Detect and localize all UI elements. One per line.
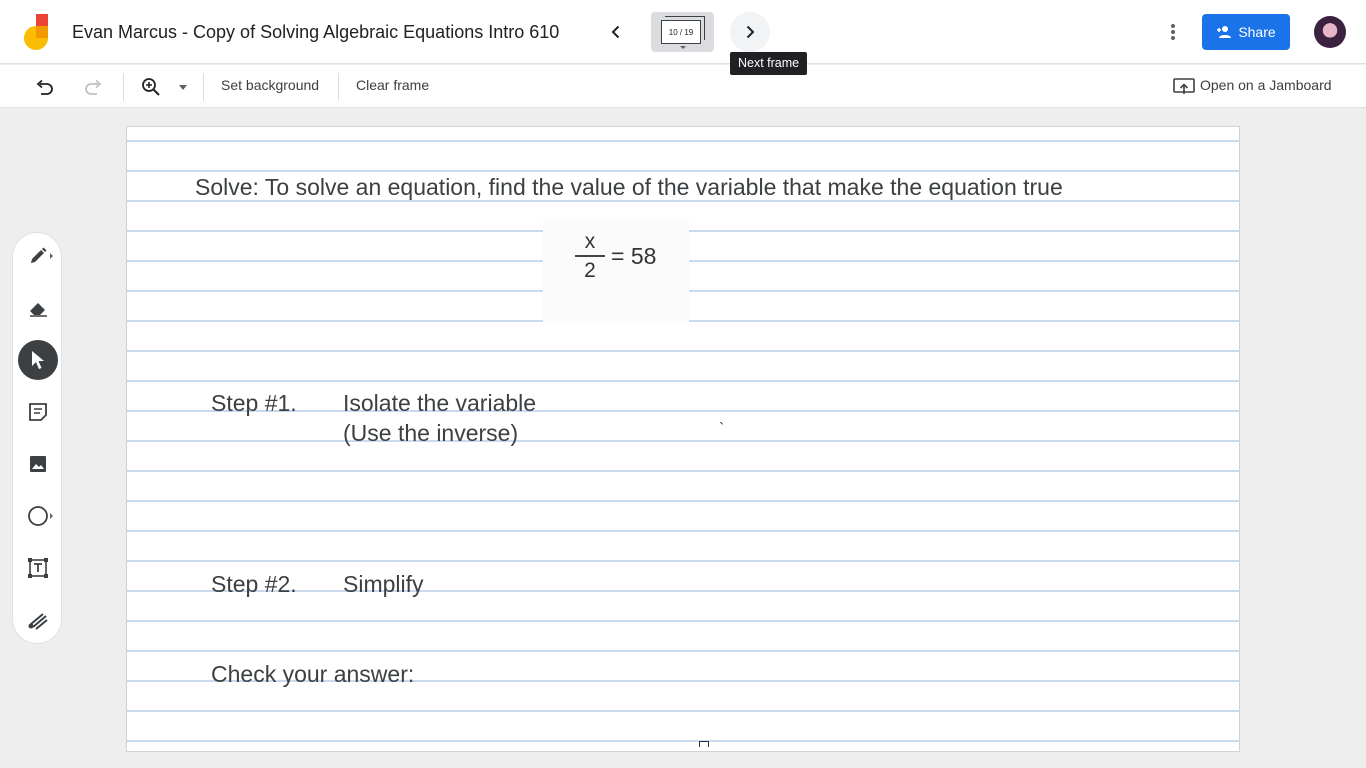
fraction-bar	[575, 255, 605, 257]
submenu-arrow-icon	[50, 253, 53, 259]
equation-image[interactable]: x 2 = 58	[543, 219, 689, 323]
redo-icon	[85, 79, 102, 95]
pen-icon	[31, 247, 47, 263]
image-icon	[30, 456, 46, 472]
step2-label[interactable]: Step #2.	[211, 571, 297, 598]
previous-frame-button[interactable]	[596, 12, 636, 52]
caret-down-icon	[179, 84, 187, 90]
zoom-dropdown-button[interactable]	[172, 74, 194, 100]
pen-tool[interactable]	[18, 236, 58, 276]
select-tool[interactable]	[18, 340, 58, 380]
chevron-right-icon	[746, 25, 755, 39]
sticky-note-icon	[29, 403, 47, 421]
jam-frame-canvas[interactable]: Solve: To solve an equation, find the va…	[126, 126, 1240, 752]
stray-stroke	[699, 741, 709, 747]
toolbar-divider	[338, 73, 339, 101]
laser-icon	[28, 613, 48, 630]
more-vert-icon	[1171, 24, 1175, 40]
jamboard-logo-icon[interactable]	[24, 14, 50, 50]
add-person-icon	[1217, 26, 1232, 38]
solve-instruction-text[interactable]: Solve: To solve an equation, find the va…	[195, 174, 1063, 201]
denominator: 2	[584, 258, 596, 282]
top-bar: Evan Marcus - Copy of Solving Algebraic …	[0, 0, 1366, 75]
zoom-button[interactable]	[138, 74, 164, 100]
circle-icon	[28, 506, 48, 526]
share-button[interactable]: Share	[1202, 14, 1290, 50]
step2-text[interactable]: Simplify	[343, 571, 424, 598]
stray-mark: `	[719, 421, 725, 438]
open-on-jamboard-button[interactable]: Open on a Jamboard	[1200, 77, 1332, 93]
more-options-button[interactable]	[1158, 17, 1188, 47]
next-frame-tooltip: Next frame	[730, 52, 808, 75]
toolbar-divider	[123, 73, 124, 101]
eraser-icon	[30, 303, 47, 317]
next-frame-button[interactable]	[730, 12, 770, 52]
set-background-button[interactable]: Set background	[221, 77, 319, 93]
cursor-arrow-icon	[32, 351, 44, 369]
frame-indicator: 10 / 19	[661, 20, 701, 44]
toolbar: Set background Clear frame Open on a Jam…	[0, 65, 1366, 108]
toolbar-divider	[203, 73, 204, 101]
undo-button[interactable]	[32, 74, 58, 100]
cast-icon	[1171, 74, 1197, 100]
step1-label[interactable]: Step #1.	[211, 390, 297, 417]
clear-frame-button[interactable]: Clear frame	[356, 77, 429, 93]
sticky-note-tool[interactable]	[18, 392, 58, 432]
equation-rhs: = 58	[611, 243, 657, 269]
redo-button[interactable]	[80, 74, 106, 100]
fraction: x 2	[575, 231, 605, 283]
step1-text-line2[interactable]: (Use the inverse)	[343, 420, 518, 447]
numerator: x	[584, 230, 596, 253]
eraser-tool[interactable]	[18, 288, 58, 328]
user-avatar[interactable]	[1314, 16, 1346, 48]
image-tool[interactable]	[18, 444, 58, 484]
tool-palette	[12, 232, 62, 644]
check-answer-text[interactable]: Check your answer:	[211, 661, 414, 688]
frame-selector-button[interactable]: 10 / 19	[651, 12, 714, 52]
laser-tool[interactable]	[18, 600, 58, 640]
submenu-arrow-icon	[50, 513, 53, 519]
caret-down-icon	[680, 46, 686, 49]
undo-icon	[36, 79, 53, 95]
zoom-in-icon	[142, 78, 160, 96]
share-label: Share	[1238, 24, 1276, 40]
document-title[interactable]: Evan Marcus - Copy of Solving Algebraic …	[72, 22, 559, 43]
step1-text-line1[interactable]: Isolate the variable	[343, 390, 536, 417]
chevron-left-icon	[611, 25, 620, 39]
text-box-tool[interactable]	[18, 548, 58, 588]
text-box-icon	[28, 558, 48, 578]
shape-tool[interactable]	[18, 496, 58, 536]
